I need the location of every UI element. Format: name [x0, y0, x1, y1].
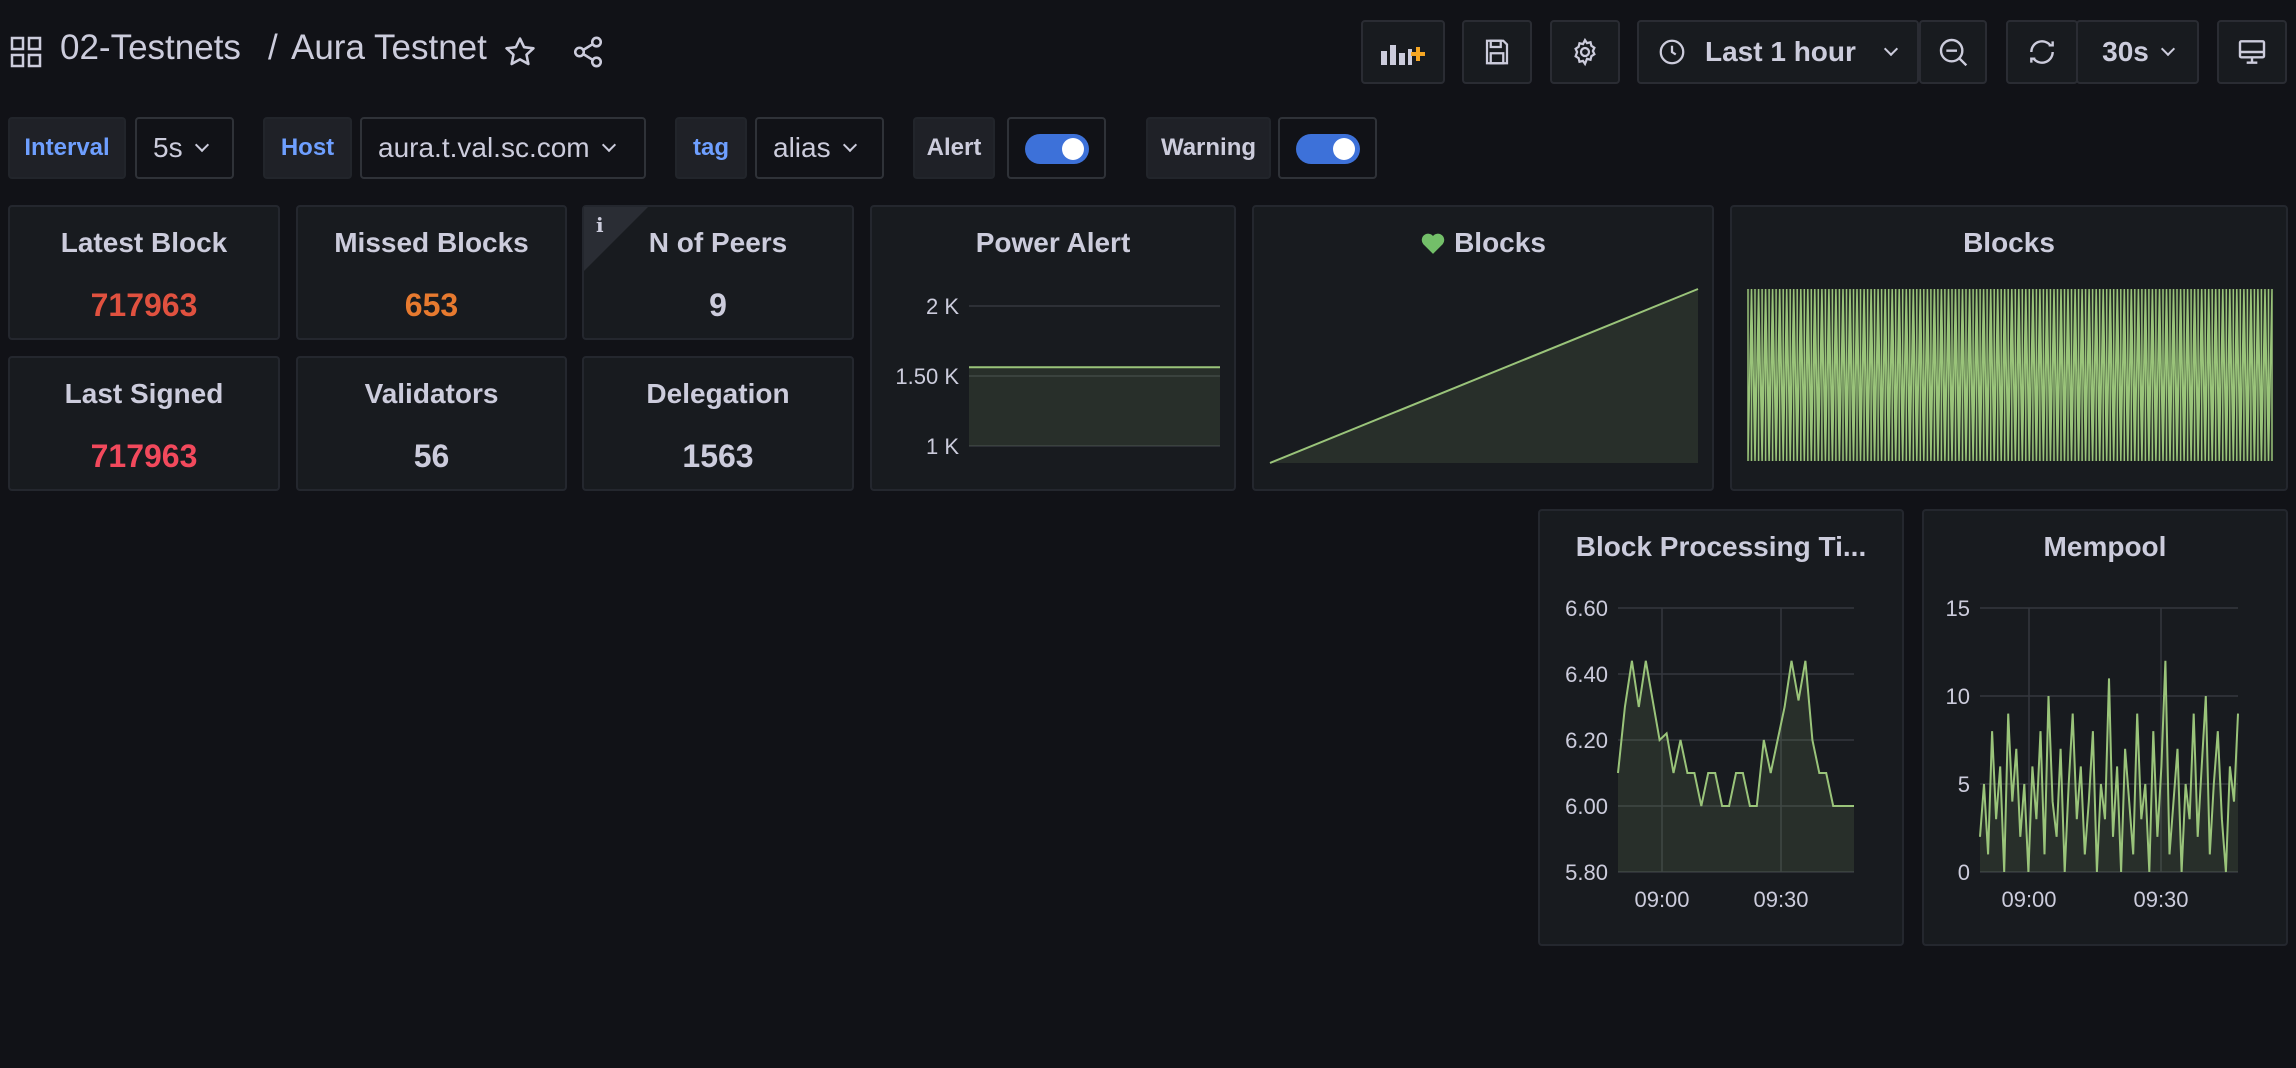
- chevron-down-icon: [601, 137, 616, 153]
- tv-mode-button[interactable]: [2217, 20, 2287, 84]
- tag-variable-select[interactable]: alias: [755, 117, 884, 179]
- y-tick-label: 5: [1958, 772, 1970, 797]
- panel-power-alert[interactable]: Power Alert 2 K 1.50 K1 K: [870, 205, 1236, 491]
- y-tick-label: 6.40: [1565, 662, 1608, 687]
- monitor-icon: [2238, 40, 2266, 64]
- y-tick-label: 1.50 K: [895, 364, 959, 389]
- y-tick-label: 10: [1946, 684, 1970, 709]
- interval-variable-select[interactable]: 5s: [135, 117, 234, 179]
- y-tick-label: 6.00: [1565, 794, 1608, 819]
- stat-value: 653: [404, 287, 459, 323]
- alert-toggle[interactable]: [1025, 134, 1089, 164]
- x-tick-label: 09:30: [1753, 887, 1808, 912]
- refresh-interval-label: 30s: [2102, 36, 2149, 67]
- y-tick-label: 15: [1946, 596, 1970, 621]
- stat-panel-latest-block[interactable]: Latest Block 717963: [8, 205, 280, 340]
- refresh-interval-picker[interactable]: 30s: [2076, 20, 2199, 84]
- breadcrumb-folder[interactable]: 02-Testnets: [60, 28, 241, 68]
- alert-toggle-box: [1007, 117, 1106, 179]
- panel-title: Validators: [364, 378, 499, 409]
- zoom-out-button[interactable]: [1919, 20, 1987, 84]
- gear-icon: [1574, 37, 1596, 67]
- panel-title: Last Signed: [64, 378, 224, 409]
- stat-value: 56: [413, 438, 450, 474]
- tag-variable-label: tag: [675, 117, 747, 179]
- y-tick-label: 2 K: [926, 294, 959, 319]
- refresh-button[interactable]: [2006, 20, 2078, 84]
- y-tick-label: 1 K: [926, 434, 959, 459]
- add-panel-icon: [1381, 45, 1425, 65]
- stat-panel-last-signed[interactable]: Last Signed 717963: [8, 356, 280, 491]
- x-tick-label: 09:30: [2133, 887, 2188, 912]
- block-processing-chart: 6.60 6.40 6.20 6.00 5.80 09:00 09:30: [1565, 596, 1854, 912]
- panel-block-processing-time[interactable]: Block Processing Ti... 6.60 6.40 6.20 6.00 5…: [1538, 509, 1904, 946]
- panel-title: N of Peers: [648, 227, 788, 258]
- refresh-icon: [2030, 40, 2054, 64]
- stat-panel-validators[interactable]: Validators 56: [296, 356, 567, 491]
- save-icon: [1485, 39, 1509, 65]
- chevron-down-icon: [1883, 41, 1898, 57]
- panel-title: Latest Block: [60, 227, 228, 258]
- power-alert-chart: 2 K 1.50 K 1 K: [895, 294, 1220, 459]
- breadcrumb-separator: /: [268, 28, 278, 67]
- chevron-down-icon: [194, 137, 209, 153]
- time-range-label: Last 1 hour: [1705, 36, 1856, 67]
- x-tick-label: 09:00: [1634, 887, 1689, 912]
- stat-panel-n-of-peers[interactable]: i N of Peers 9: [582, 205, 854, 340]
- interval-variable-value: 5s: [153, 132, 183, 163]
- panel-blocks-bars[interactable]: Blocks: [1730, 205, 2288, 491]
- dashboards-grid-icon[interactable]: [10, 36, 42, 68]
- toggle-knob: [1062, 138, 1084, 160]
- host-variable-label: Host: [263, 117, 352, 179]
- zoom-out-icon: [1939, 38, 1968, 67]
- toggle-knob: [1333, 138, 1355, 160]
- time-range-picker[interactable]: Last 1 hour: [1637, 20, 1919, 84]
- panel-title: Missed Blocks: [334, 227, 529, 258]
- mempool-chart: 15 10 5 0 09:00 09:30: [1946, 596, 2239, 912]
- interval-variable-label: Interval: [8, 117, 126, 179]
- tag-variable-value: alias: [773, 132, 831, 163]
- stat-value: 9: [709, 287, 727, 323]
- stat-value: 717963: [90, 287, 198, 323]
- panel-blocks-growth[interactable]: Blocks: [1252, 205, 1714, 491]
- panel-mempool[interactable]: Mempool 15 10 5 0 09:00 09:30: [1922, 509, 2288, 946]
- star-icon[interactable]: [503, 35, 537, 69]
- x-tick-label: 09:00: [2001, 887, 2056, 912]
- host-variable-value: aura.t.val.sc.com: [378, 132, 590, 163]
- alert-variable-label: Alert: [913, 117, 995, 179]
- add-panel-button[interactable]: [1361, 20, 1445, 84]
- clock-icon: [1659, 39, 1685, 65]
- share-icon[interactable]: [571, 35, 605, 69]
- stat-value: 717963: [90, 438, 198, 474]
- host-variable-select[interactable]: aura.t.val.sc.com: [360, 117, 646, 179]
- panel-title: Delegation: [646, 378, 790, 409]
- y-tick-label: 6.20: [1565, 728, 1608, 753]
- warning-toggle-box: [1278, 117, 1377, 179]
- blocks-bars-chart: [1747, 288, 2273, 462]
- y-tick-label: 0: [1958, 860, 1970, 885]
- y-tick-label: 5.80: [1565, 860, 1608, 885]
- blocks-growth-chart: [1269, 288, 1699, 464]
- warning-toggle[interactable]: [1296, 134, 1360, 164]
- stat-panel-missed-blocks[interactable]: Missed Blocks 653: [296, 205, 567, 340]
- series-area: [969, 367, 1220, 446]
- y-tick-label: 6.60: [1565, 596, 1608, 621]
- chevron-down-icon: [842, 137, 857, 153]
- dashboard-title[interactable]: Aura Testnet: [291, 28, 487, 68]
- warning-variable-label: Warning: [1146, 117, 1271, 179]
- stat-value: 1563: [682, 438, 754, 474]
- dashboard-settings-button[interactable]: [1550, 20, 1620, 84]
- chevron-down-icon: [2160, 41, 2175, 57]
- stat-panel-delegation[interactable]: Delegation 1563: [582, 356, 854, 491]
- save-dashboard-button[interactable]: [1462, 20, 1532, 84]
